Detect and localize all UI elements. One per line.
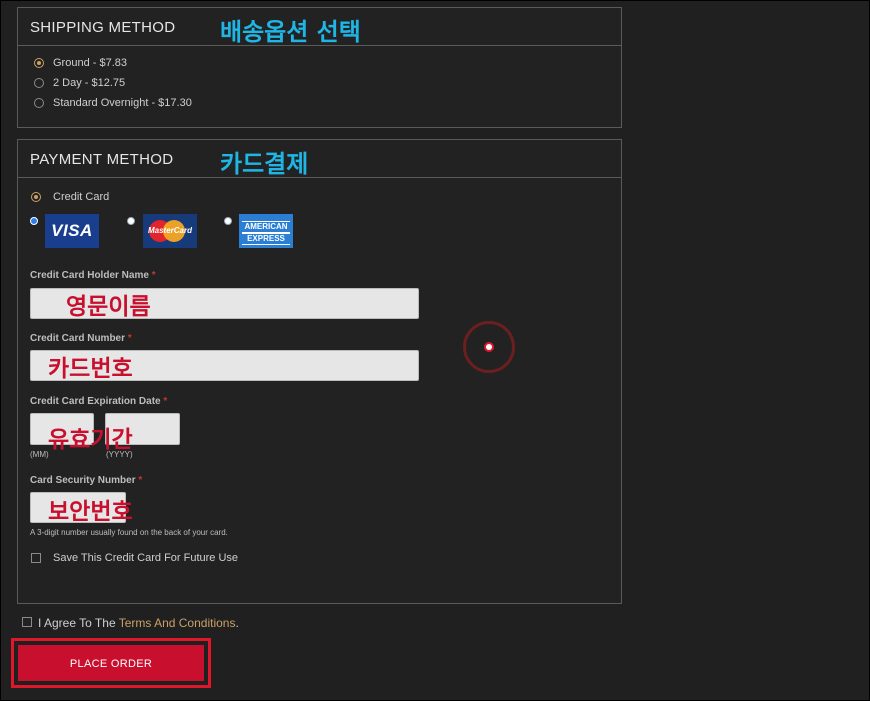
expiration-month-hint: (MM) xyxy=(30,450,49,459)
expiration-annotation: 유효기간 xyxy=(48,427,133,453)
amex-radio[interactable] xyxy=(224,217,232,225)
cvv-hint: A 3-digit number usually found on the ba… xyxy=(30,528,228,537)
save-card-checkbox[interactable] xyxy=(31,553,41,563)
holder-name-required: * xyxy=(151,270,156,281)
expiration-label: Credit Card Expiration Date * xyxy=(30,396,167,407)
shipping-method-panel: SHIPPING METHOD 배송옵션 선택 Ground - $7.83 2… xyxy=(17,7,622,128)
holder-name-annotation: 영문이름 xyxy=(66,294,151,320)
amex-logo[interactable]: AMERICAN EXPRESS xyxy=(239,214,293,248)
agree-terms-prefix: I Agree To The xyxy=(38,616,119,630)
shipping-2day-radio[interactable] xyxy=(34,78,44,88)
amex-logo-text-2: EXPRESS xyxy=(242,233,290,245)
payment-method-title: PAYMENT METHOD xyxy=(30,151,174,168)
visa-logo[interactable]: VISA xyxy=(45,214,99,248)
card-number-required: * xyxy=(127,333,132,344)
payment-note: 카드결제 xyxy=(220,150,309,178)
cvv-annotation: 보안번호 xyxy=(48,499,133,525)
expiration-label-text: Credit Card Expiration Date xyxy=(30,396,161,407)
card-number-annotation: 카드번호 xyxy=(48,356,133,382)
place-order-button[interactable]: PLACE ORDER xyxy=(18,645,204,681)
shipping-overnight-radio[interactable] xyxy=(34,98,44,108)
mastercard-logo[interactable]: MasterCard xyxy=(143,214,197,248)
shipping-ground-radio[interactable] xyxy=(34,58,44,68)
shipping-method-header: SHIPPING METHOD 배송옵션 선택 xyxy=(18,8,621,46)
agree-terms-checkbox[interactable] xyxy=(22,617,32,627)
place-order-highlight: PLACE ORDER xyxy=(11,638,211,688)
terms-link[interactable]: Terms And Conditions xyxy=(119,616,236,630)
mastercard-radio[interactable] xyxy=(127,217,135,225)
credit-card-radio[interactable] xyxy=(31,192,41,202)
agree-terms-suffix: . xyxy=(235,616,239,630)
agree-terms-label: I Agree To The Terms And Conditions. xyxy=(38,616,239,630)
mastercard-logo-text: MasterCard xyxy=(147,226,192,235)
save-card-label[interactable]: Save This Credit Card For Future Use xyxy=(53,552,238,564)
card-number-label-text: Credit Card Number xyxy=(30,333,126,344)
cvv-label: Card Security Number * xyxy=(30,475,142,486)
expiration-year-hint: (YYYY) xyxy=(106,450,133,459)
shipping-note: 배송옵션 선택 xyxy=(220,18,361,46)
holder-name-label: Credit Card Holder Name * xyxy=(30,270,156,281)
click-indicator-icon xyxy=(463,321,515,373)
amex-logo-text-1: AMERICAN xyxy=(242,221,290,233)
shipping-method-title: SHIPPING METHOD xyxy=(30,19,176,36)
visa-radio[interactable] xyxy=(30,217,38,225)
shipping-2day-label[interactable]: 2 Day - $12.75 xyxy=(53,77,125,89)
shipping-overnight-label[interactable]: Standard Overnight - $17.30 xyxy=(53,97,192,109)
cvv-label-text: Card Security Number xyxy=(30,475,136,486)
cvv-required: * xyxy=(138,475,143,486)
holder-name-label-text: Credit Card Holder Name xyxy=(30,270,149,281)
payment-method-header: PAYMENT METHOD 카드결제 xyxy=(18,140,621,178)
payment-method-panel: PAYMENT METHOD 카드결제 Credit Card VISA Mas… xyxy=(17,139,622,604)
credit-card-label[interactable]: Credit Card xyxy=(53,191,109,203)
expiration-required: * xyxy=(163,396,168,407)
card-number-label: Credit Card Number * xyxy=(30,333,132,344)
shipping-ground-label[interactable]: Ground - $7.83 xyxy=(53,57,127,69)
